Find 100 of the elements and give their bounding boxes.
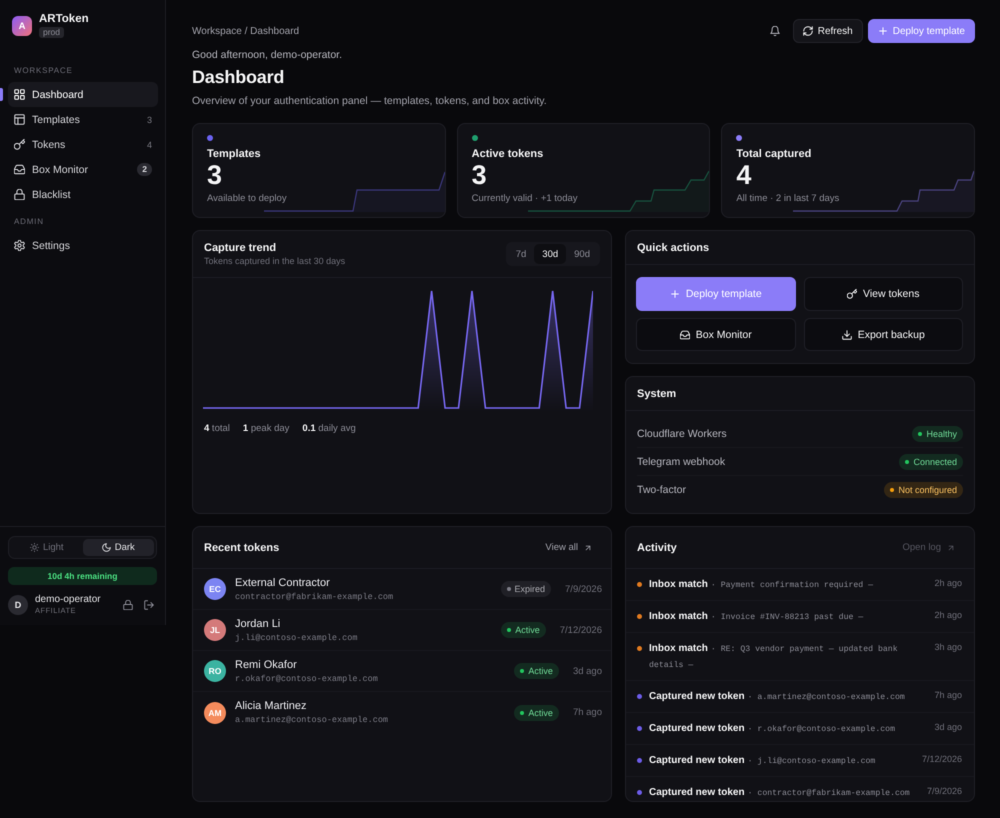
nav-item[interactable]: Dashboard (8, 82, 158, 107)
stat-label: Total captured (736, 147, 812, 161)
nav-item[interactable]: Box Monitor 2 (8, 157, 158, 182)
inbox-icon (680, 330, 690, 340)
token-name: Remi Okafor (235, 658, 297, 672)
grid-icon (14, 89, 25, 100)
event-summary: Captured new token · j.li@contoso-example.com (649, 754, 876, 768)
box-monitor-button[interactable]: Box Monitor (636, 318, 796, 351)
token-email: a.martinez@contoso-example.com (235, 714, 388, 726)
app-name: ARToken (39, 13, 89, 26)
theme-option[interactable]: Light (11, 539, 82, 556)
status-label: Not configured (898, 484, 957, 496)
summary-stat: 4 total (204, 422, 230, 436)
lock-button[interactable] (120, 597, 136, 613)
status-label: Active (528, 706, 553, 718)
event-summary: Inbox match · Payment confirmation required — (649, 578, 874, 592)
plus-icon (670, 289, 680, 299)
user-avatar: D (8, 595, 28, 615)
theme-option[interactable]: Dark (82, 539, 154, 556)
settings-icon (14, 240, 25, 251)
stat-note: All time · 2 in last 7 days (736, 192, 840, 206)
app-logo: A (12, 16, 32, 36)
status-label: Healthy (926, 428, 957, 440)
stat-label: Active tokens (472, 147, 544, 161)
avatar: EC (204, 578, 226, 600)
event-time: 7/12/2026 (922, 753, 962, 766)
view-all-link[interactable]: View all (545, 542, 592, 553)
arrow-up-right-icon (584, 544, 592, 552)
range-option[interactable]: 7d (508, 244, 534, 264)
token-email: r.okafor@contoso-example.com (235, 672, 378, 684)
event-time: 7h ago (934, 689, 962, 702)
arrow-up-right-icon (947, 544, 955, 552)
card-title: Capture trend (204, 241, 278, 255)
avatar: AM (204, 702, 226, 724)
moon-icon (102, 543, 111, 552)
section-label: WORKSPACE (13, 66, 74, 76)
lock-icon (14, 189, 25, 200)
nav-item[interactable]: Templates 3 (8, 107, 158, 132)
view-tokens-button[interactable]: View tokens (804, 277, 963, 311)
nav-item[interactable]: Tokens 4 (8, 132, 158, 157)
token-name: External Contractor (235, 576, 330, 590)
token-date: 3d ago (572, 666, 602, 676)
user-name: demo-operator (35, 594, 102, 606)
token-date: 7/9/2026 (565, 584, 602, 594)
item-count: 4 (146, 140, 152, 150)
event-summary: Captured new token · r.okafor@contoso-example.com (649, 722, 896, 736)
item-count: 3 (146, 114, 152, 124)
download-icon (842, 330, 852, 340)
token-email: contractor@fabrikam-example.com (235, 590, 394, 602)
service-name: Two-factor (637, 484, 686, 496)
sun-icon (30, 543, 39, 552)
event-summary: Captured new token · contractor@fabrikam-example.com (649, 786, 911, 800)
time-remaining-banner: 10d 4h remaining (8, 567, 157, 585)
service-name: Telegram webhook (637, 456, 726, 468)
event-summary: Inbox match · RE: Q3 vendor payment — updated bank details — (649, 642, 899, 672)
summary-stat: 1 peak day (242, 422, 290, 436)
status-label: Connected (913, 456, 957, 468)
export-backup-button[interactable]: Export backup (804, 318, 963, 351)
token-email: j.li@contoso-example.com (235, 632, 358, 644)
key-icon (14, 139, 25, 150)
count-badge: 2 (137, 163, 152, 176)
bell-icon (770, 26, 780, 36)
plus-icon (878, 26, 888, 36)
stat-label: Templates (207, 147, 261, 161)
card-title: System (637, 386, 676, 400)
status-label: Expired (514, 583, 546, 595)
logout-icon (144, 600, 154, 610)
event-time: 2h ago (934, 609, 962, 622)
card-title: Recent tokens (204, 540, 280, 554)
nav-item[interactable]: Blacklist (8, 182, 158, 207)
event-time: 7/9/2026 (926, 785, 962, 798)
stat-note: Currently valid · +1 today (472, 192, 578, 206)
avatar: RO (204, 660, 226, 682)
event-summary: Captured new token · a.martinez@contoso-example.com (649, 690, 906, 704)
token-date: 7h ago (572, 707, 602, 718)
avatar: JL (204, 619, 226, 641)
card-subtitle: Tokens captured in the last 30 days (204, 255, 346, 267)
refresh-button[interactable]: Refresh (792, 19, 863, 43)
environment-tag: prod (39, 27, 64, 38)
breadcrumb: Workspace / Dashboard (192, 26, 300, 36)
token-name: Alicia Martinez (235, 699, 307, 713)
event-time: 3h ago (934, 641, 962, 654)
active-indicator (0, 88, 3, 101)
range-option[interactable]: 30d (534, 244, 566, 264)
event-time: 2h ago (934, 577, 962, 590)
section-label: ADMIN (13, 217, 45, 227)
event-time: 3d ago (934, 721, 962, 734)
summary-stat: 0.1 daily avg (302, 422, 356, 436)
status-label: Active (515, 624, 540, 636)
page-title: Dashboard (192, 66, 286, 89)
layout-icon (14, 114, 25, 125)
card-title: Activity (637, 540, 677, 554)
greeting-text: Good afternoon, demo-operator. (192, 48, 344, 63)
stat-value: 3 (472, 161, 487, 189)
stat-note: Available to deploy (207, 192, 287, 206)
nav-item[interactable]: Settings (8, 233, 158, 258)
stat-value: 3 (207, 161, 222, 189)
refresh-icon (802, 26, 813, 36)
lock-icon (123, 600, 133, 610)
range-option[interactable]: 90d (566, 244, 598, 264)
